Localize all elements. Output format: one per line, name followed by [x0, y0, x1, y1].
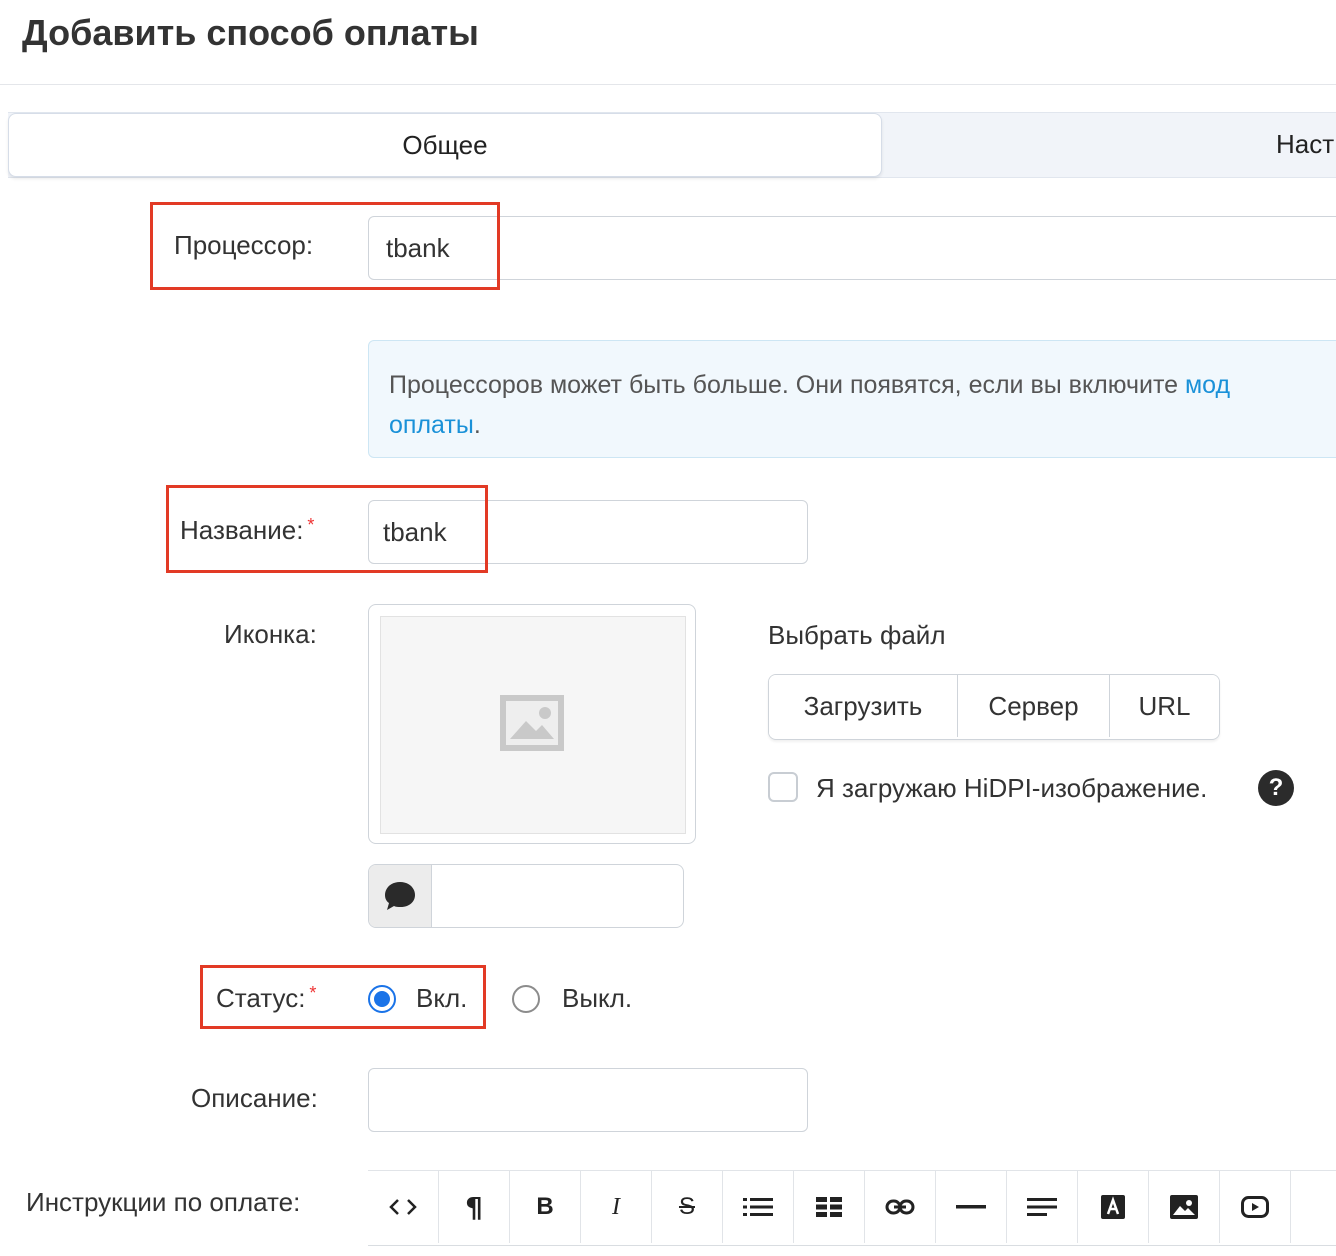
processor-info-alert: Процессоров может быть больше. Они появя…	[368, 340, 1336, 458]
info-link-part2[interactable]: оплаты	[389, 411, 474, 439]
icon-alt-input[interactable]	[432, 865, 683, 927]
video-icon[interactable]	[1220, 1171, 1291, 1243]
info-text: Процессоров может быть больше. Они появя…	[389, 371, 1185, 399]
icon-preview-area	[380, 616, 686, 834]
instructions-label: Инструкции по оплате:	[26, 1187, 301, 1217]
server-button[interactable]: Сервер	[958, 675, 1110, 737]
icon-preview[interactable]	[368, 604, 696, 844]
tab-settings[interactable]: Наст	[1276, 113, 1336, 175]
horizontal-rule-icon[interactable]	[936, 1171, 1007, 1243]
highlight-name	[166, 485, 488, 573]
paragraph-icon[interactable]: ¶	[439, 1171, 510, 1243]
description-input[interactable]	[368, 1068, 808, 1132]
info-link-part1[interactable]: мод	[1185, 371, 1230, 399]
image-icon[interactable]	[1149, 1171, 1220, 1243]
highlight-status	[200, 965, 486, 1029]
help-icon[interactable]: ?	[1258, 770, 1294, 806]
italic-icon[interactable]: I	[581, 1171, 652, 1243]
image-placeholder-icon	[500, 695, 564, 751]
align-icon[interactable]	[1007, 1171, 1078, 1243]
bold-icon[interactable]: B	[510, 1171, 581, 1243]
hidpi-checkbox[interactable]	[768, 772, 798, 802]
font-color-icon[interactable]	[1078, 1171, 1149, 1243]
tab-bar: Общее Наст	[8, 112, 1336, 178]
title-divider	[0, 84, 1336, 85]
link-icon[interactable]	[865, 1171, 936, 1243]
highlight-processor	[150, 202, 500, 290]
table-icon[interactable]	[794, 1171, 865, 1243]
icon-alt-input-group	[368, 864, 684, 928]
bullet-list-icon[interactable]	[723, 1171, 794, 1243]
upload-button[interactable]: Загрузить	[769, 675, 958, 737]
status-off-label: Выкл.	[562, 983, 633, 1013]
url-button[interactable]: URL	[1110, 675, 1219, 737]
choose-file-label: Выбрать файл	[768, 620, 946, 650]
processor-select[interactable]: tbank	[368, 216, 1336, 280]
status-off-radio[interactable]	[512, 985, 540, 1013]
page-title: Добавить способ оплаты	[22, 12, 479, 53]
upload-button-group: Загрузить Сервер URL	[768, 674, 1220, 740]
editor-toolbar: ¶ B I S	[368, 1170, 1336, 1246]
code-view-icon[interactable]	[368, 1171, 439, 1243]
icon-label: Иконка:	[224, 619, 317, 649]
hidpi-label: Я загружаю HiDPI-изображение.	[816, 773, 1208, 803]
info-suffix: .	[473, 411, 481, 439]
tab-general[interactable]: Общее	[8, 113, 882, 177]
description-label: Описание:	[191, 1083, 318, 1113]
strikethrough-icon[interactable]: S	[652, 1171, 723, 1243]
speech-bubble-icon	[369, 865, 432, 927]
